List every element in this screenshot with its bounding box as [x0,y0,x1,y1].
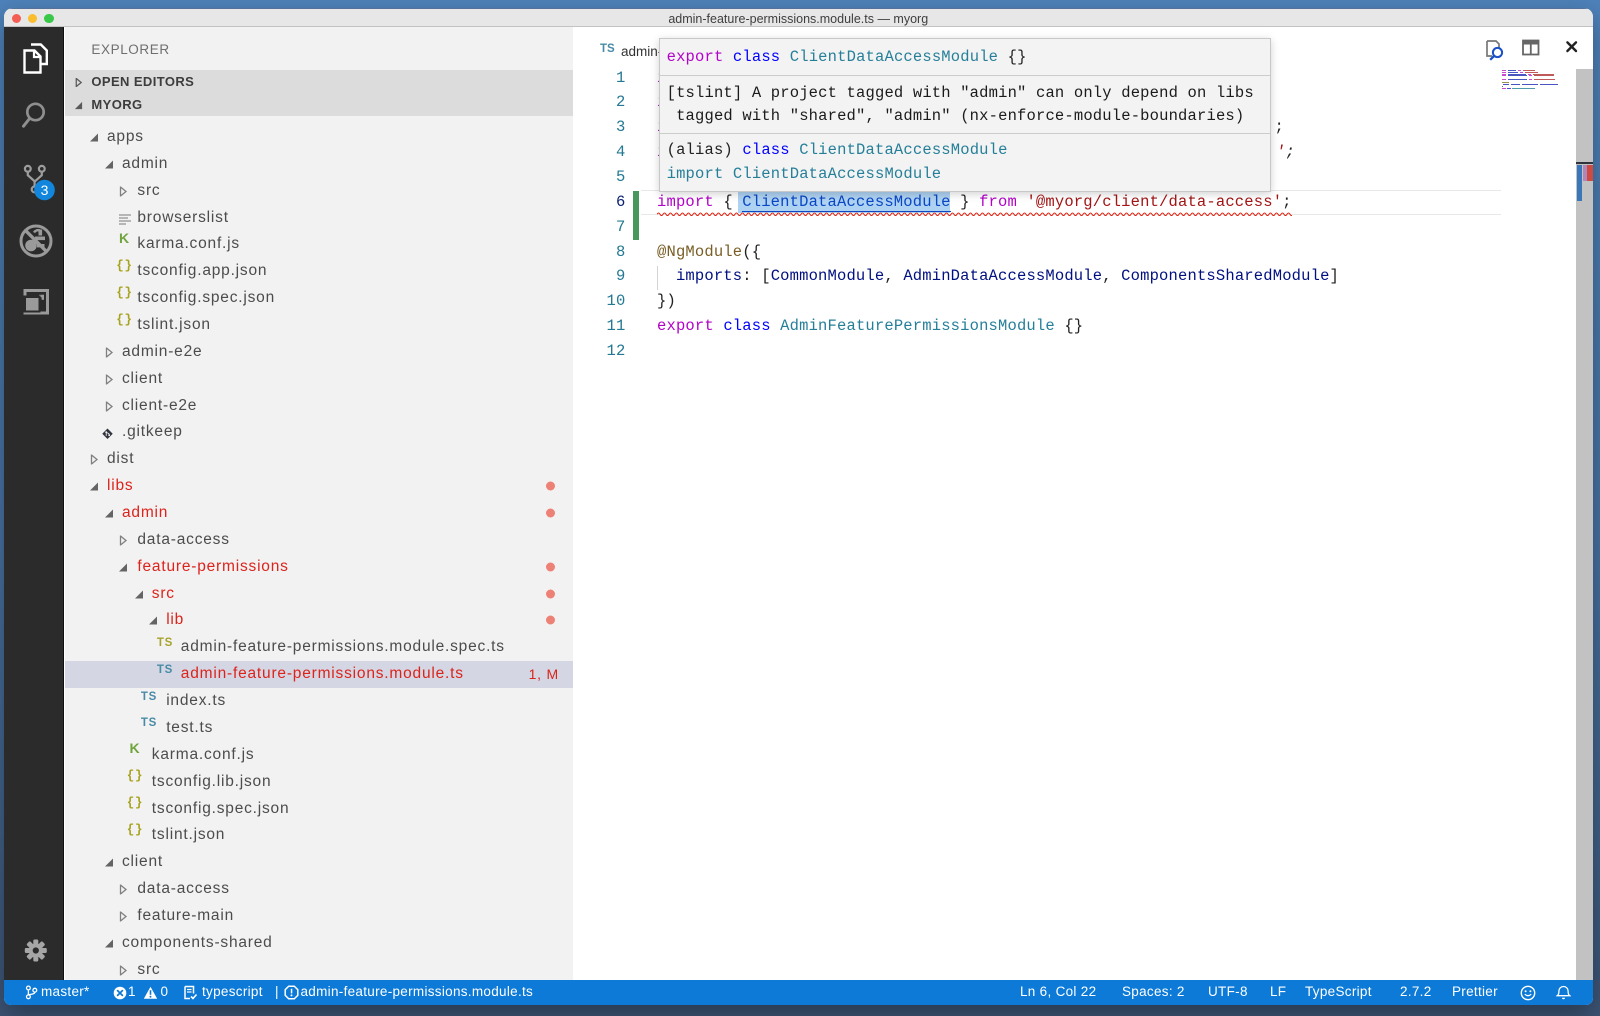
svg-text:3: 3 [41,182,49,198]
